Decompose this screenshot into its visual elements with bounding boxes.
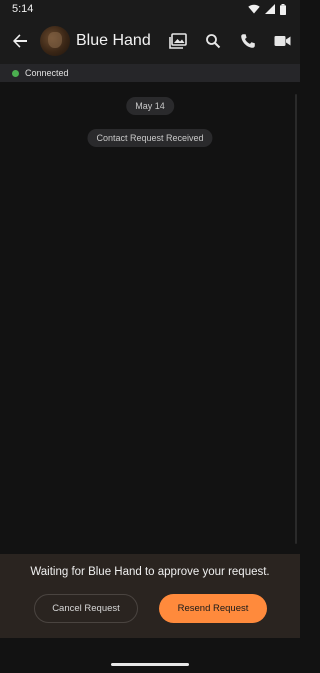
search-button[interactable] <box>195 18 230 64</box>
navigation-bar <box>0 638 300 673</box>
cancel-request-button[interactable]: Cancel Request <box>34 594 138 623</box>
connection-status-bar: Connected <box>0 64 300 82</box>
system-message: Contact Request Received <box>87 129 213 147</box>
home-gesture-handle[interactable] <box>111 663 189 666</box>
back-button[interactable] <box>0 18 40 64</box>
video-call-icon <box>274 36 291 46</box>
voice-call-button[interactable] <box>230 18 265 64</box>
contact-name[interactable]: Blue Hand <box>76 32 160 50</box>
status-time: 5:14 <box>12 3 34 15</box>
app-bar: Blue Hand <box>0 18 300 64</box>
header-actions <box>160 18 300 64</box>
search-icon <box>205 34 220 49</box>
back-arrow-icon <box>13 34 27 48</box>
avatar[interactable] <box>40 26 70 56</box>
connection-dot-icon <box>12 69 19 77</box>
date-separator: May 14 <box>126 97 174 115</box>
waiting-message: Waiting for Blue Hand to approve your re… <box>30 566 270 578</box>
connection-status-label: Connected <box>25 68 69 78</box>
phone-icon <box>240 34 255 48</box>
video-call-button[interactable] <box>265 18 300 64</box>
status-icons <box>248 3 286 15</box>
gallery-icon <box>168 33 187 49</box>
battery-icon <box>280 3 286 15</box>
signal-icon <box>265 4 275 14</box>
scrollbar[interactable] <box>295 94 297 544</box>
resend-request-button[interactable]: Resend Request <box>159 594 267 623</box>
chat-message-list[interactable]: May 14 Contact Request Received <box>0 82 300 554</box>
pending-request-panel: Waiting for Blue Hand to approve your re… <box>0 554 300 638</box>
wifi-icon <box>248 4 260 14</box>
status-bar: 5:14 <box>0 0 300 18</box>
gallery-button[interactable] <box>160 18 195 64</box>
